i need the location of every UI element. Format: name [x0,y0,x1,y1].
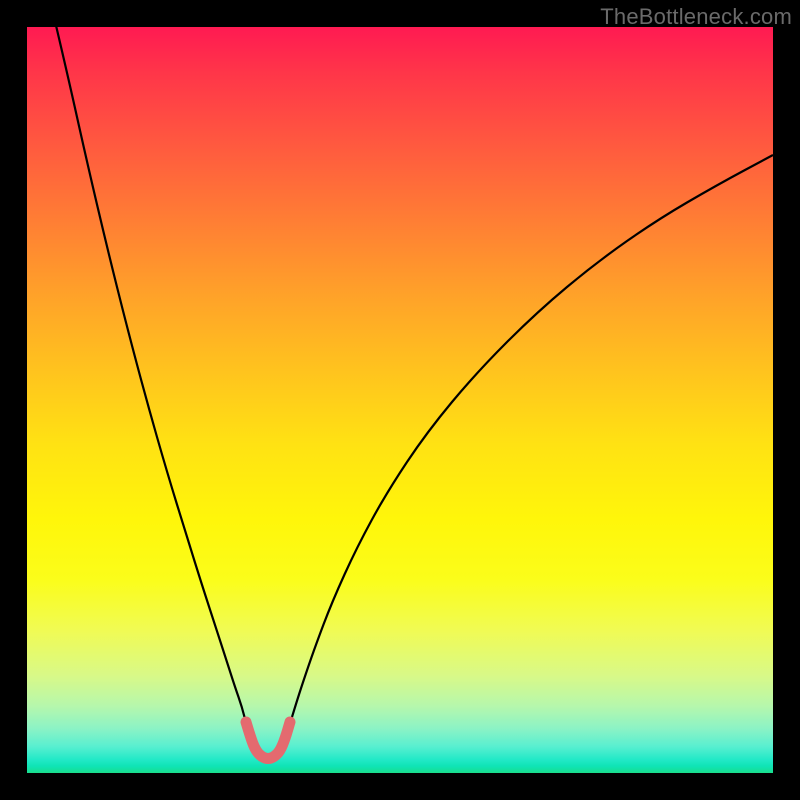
watermark-text: TheBottleneck.com [600,4,792,30]
curve-left-descent [54,27,247,727]
curve-valley-highlight [246,722,290,759]
chart-frame [27,27,773,773]
curve-right-ascent [289,155,773,727]
chart-svg [27,27,773,773]
